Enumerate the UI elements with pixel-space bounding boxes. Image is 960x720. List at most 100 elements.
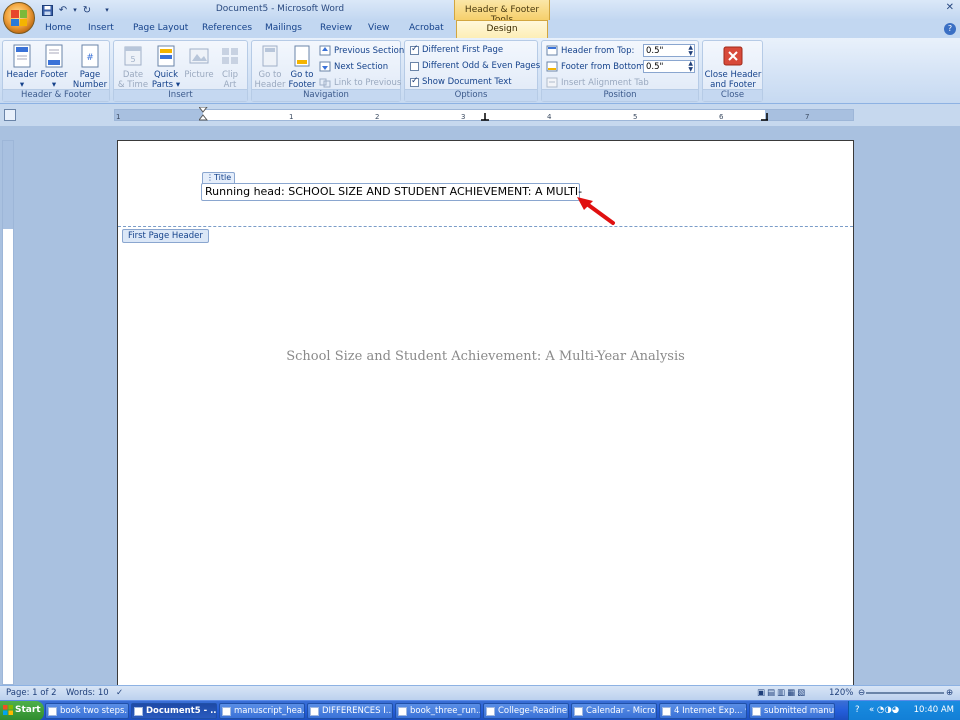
- proofing-icon[interactable]: ✓: [116, 688, 123, 698]
- app-icon: [310, 707, 319, 716]
- view-buttons[interactable]: ▣▤▥▦▧: [757, 688, 807, 698]
- vertical-ruler-top-margin: [3, 141, 13, 229]
- windows-flag-icon: [3, 705, 13, 715]
- header-from-top-input[interactable]: 0.5" ▲ ▼: [643, 44, 695, 57]
- document-body-title[interactable]: School Size and Student Achievement: A M…: [118, 349, 853, 364]
- tray-help-icon[interactable]: ?: [855, 705, 860, 715]
- link-icon: [319, 78, 331, 88]
- group-header-footer: Header▾ Footer▾ # PageNumber ▾ Header & …: [2, 40, 110, 102]
- taskbar-item[interactable]: DIFFERENCES I...: [307, 703, 393, 719]
- footer-position-icon: [546, 61, 558, 72]
- tray-icons[interactable]: « ◔◑◕: [869, 705, 899, 715]
- app-icon: [222, 707, 231, 716]
- picture-icon: [189, 48, 209, 64]
- header-from-top-label: Header from Top:: [546, 45, 634, 56]
- document-page[interactable]: ⋮Title Running head: SCHOOL SIZE AND STU…: [117, 140, 854, 700]
- footer-from-bottom-input[interactable]: 0.5" ▲ ▼: [643, 60, 695, 73]
- ruler-number: 1: [116, 113, 121, 121]
- app-icon: [486, 707, 495, 716]
- taskbar-item[interactable]: Calendar - Micro...: [571, 703, 657, 719]
- ribbon: Header▾ Footer▾ # PageNumber ▾ Header & …: [0, 38, 960, 104]
- go-to-footer-button[interactable]: Go to Footer: [286, 44, 318, 90]
- tab-review[interactable]: Review: [320, 23, 352, 33]
- clip-art-button[interactable]: Clip Art: [215, 44, 245, 90]
- ruler-number: 5: [633, 113, 638, 121]
- taskbar-item[interactable]: 4 Internet Exp... ▾: [659, 703, 747, 719]
- right-tab-stop-icon[interactable]: [761, 113, 769, 122]
- quick-parts-icon: [157, 45, 175, 67]
- center-tab-stop-icon[interactable]: [481, 113, 489, 122]
- taskbar-item-active[interactable]: Document5 - ...: [131, 703, 217, 719]
- tab-page-layout[interactable]: Page Layout: [133, 23, 188, 33]
- close-icon: [723, 46, 743, 66]
- spinner-arrows-icon[interactable]: ▲ ▼: [688, 61, 693, 73]
- tab-insert[interactable]: Insert: [88, 23, 114, 33]
- tab-acrobat[interactable]: Acrobat: [409, 23, 444, 33]
- first-page-header-label: First Page Header: [122, 229, 209, 243]
- quick-parts-button[interactable]: Quick Parts ▾: [150, 44, 182, 90]
- group-navigation: Go to Header Go to Footer Previous Section…: [251, 40, 404, 102]
- previous-section-icon: [319, 45, 331, 56]
- taskbar-item[interactable]: submitted manu...: [749, 703, 835, 719]
- tab-home[interactable]: Home: [45, 23, 72, 33]
- go-to-header-button[interactable]: Go to Header: [254, 44, 286, 90]
- page-count[interactable]: Page: 1 of 2: [6, 688, 57, 698]
- ruler-number: 7: [805, 113, 810, 121]
- taskbar: Start book two steps... Document5 - ... …: [0, 700, 960, 720]
- tab-selector[interactable]: [4, 109, 16, 121]
- close-header-footer-button[interactable]: Close Header and Footer: [704, 44, 762, 90]
- different-first-page-checkbox[interactable]: Different First Page: [410, 44, 503, 55]
- zoom-out-icon[interactable]: ⊖: [858, 688, 865, 698]
- taskbar-item[interactable]: book_three_run...: [395, 703, 481, 719]
- next-section-icon: [319, 61, 331, 72]
- footer-button[interactable]: Footer ▾: [38, 44, 70, 90]
- taskbar-item[interactable]: book two steps...: [45, 703, 129, 719]
- link-to-previous-button[interactable]: Link to Previous: [319, 77, 401, 88]
- group-label-close: Close: [703, 89, 762, 101]
- ruler-number: 1: [289, 113, 294, 121]
- insert-alignment-tab-button[interactable]: Insert Alignment Tab: [546, 77, 649, 88]
- vertical-ruler[interactable]: [2, 140, 14, 685]
- taskbar-item[interactable]: College-Readine...: [483, 703, 569, 719]
- go-to-footer-icon: [294, 45, 310, 67]
- ruler-bar: 1 1 2 3 4 5 6 7: [0, 104, 960, 126]
- checkbox-checked-icon: [410, 76, 419, 87]
- contextual-tools-title: Header & Footer Tools: [454, 0, 550, 25]
- zoom-level[interactable]: 120%: [829, 688, 853, 698]
- header-icon: [13, 44, 31, 68]
- next-section-button[interactable]: Next Section: [319, 61, 388, 72]
- date-time-button[interactable]: 5 Date & Time: [117, 44, 149, 90]
- word-count[interactable]: Words: 10: [66, 688, 109, 698]
- app-icon: [574, 707, 583, 716]
- previous-section-button[interactable]: Previous Section: [319, 45, 404, 56]
- spinner-arrows-icon[interactable]: ▲ ▼: [688, 45, 693, 57]
- office-button[interactable]: [3, 2, 35, 34]
- tab-mailings[interactable]: Mailings: [265, 23, 302, 33]
- title-bar: ↶ ▾ ↻ ▾ Document5 - Microsoft Word Heade…: [0, 0, 960, 34]
- ruler-number: 6: [719, 113, 724, 121]
- app-icon: [398, 707, 407, 716]
- picture-button[interactable]: Picture: [183, 44, 215, 80]
- group-label-options: Options: [405, 89, 537, 101]
- tab-view[interactable]: View: [368, 23, 389, 33]
- horizontal-ruler[interactable]: 1 1 2 3 4 5 6 7: [114, 107, 854, 123]
- ribbon-tabs: Home Insert Page Layout References Maili…: [0, 20, 960, 38]
- taskbar-item[interactable]: manuscript_hea...: [219, 703, 305, 719]
- ruler-number: 2: [375, 113, 380, 121]
- ruler-number: 3: [461, 113, 466, 121]
- tab-references[interactable]: References: [202, 23, 252, 33]
- header-button[interactable]: Header ▾: [6, 44, 38, 90]
- running-head-title-field[interactable]: Running head: SCHOOL SIZE AND STUDENT AC…: [201, 183, 582, 201]
- group-label-navigation: Navigation: [252, 89, 400, 101]
- show-document-text-checkbox[interactable]: Show Document Text: [410, 76, 512, 87]
- window-close-icon[interactable]: ✕: [946, 2, 954, 13]
- ruler-left-margin: [115, 110, 203, 120]
- indent-marker-icon[interactable]: [199, 107, 208, 123]
- clip-art-icon: [222, 48, 238, 64]
- zoom-in-icon[interactable]: ⊕: [946, 688, 953, 698]
- tab-design[interactable]: Design: [456, 20, 548, 38]
- different-odd-even-checkbox[interactable]: Different Odd & Even Pages: [410, 61, 540, 71]
- help-icon[interactable]: ?: [944, 23, 956, 35]
- zoom-slider[interactable]: [866, 692, 944, 694]
- start-button[interactable]: Start: [0, 701, 44, 720]
